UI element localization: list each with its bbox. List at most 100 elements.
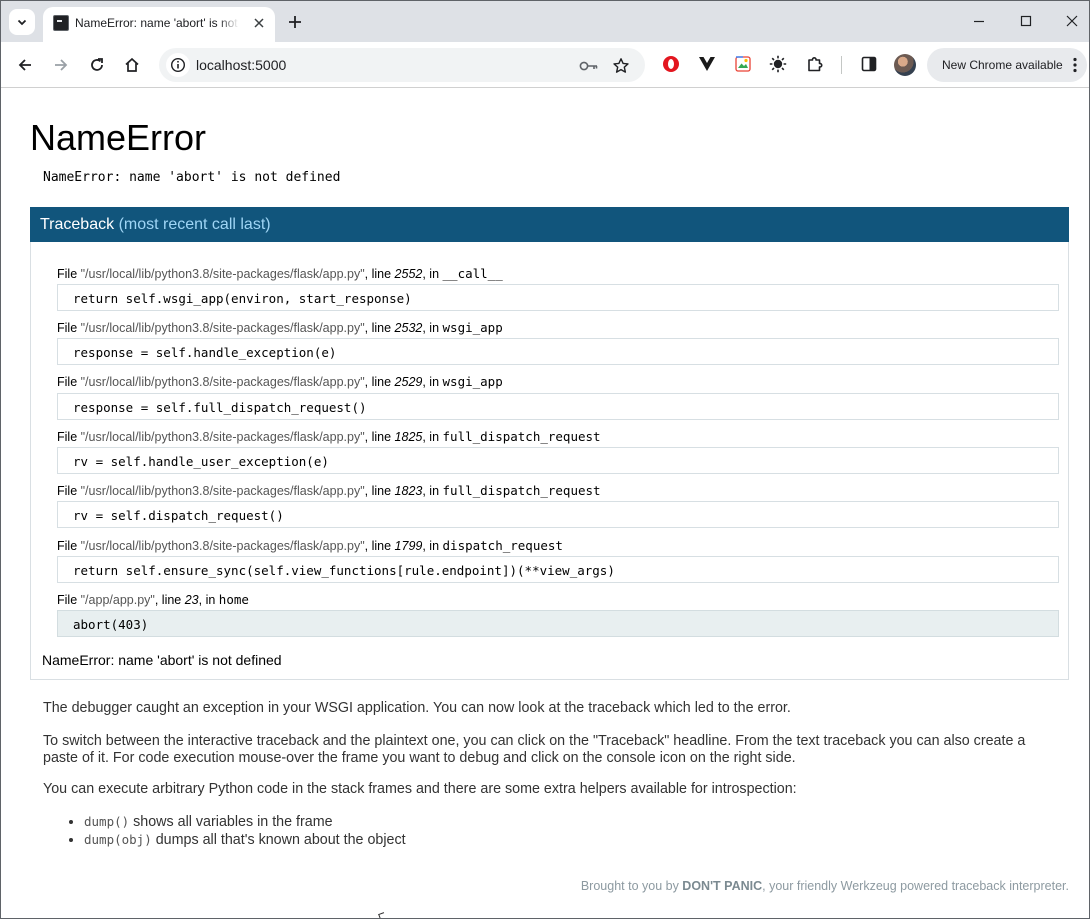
reload-button[interactable] xyxy=(83,51,111,79)
new-tab-button[interactable] xyxy=(283,10,307,34)
frame-location: File "/usr/local/lib/python3.8/site-pack… xyxy=(57,320,503,335)
explanation-paragraph: The debugger caught an exception in your… xyxy=(43,700,791,716)
side-panel-icon xyxy=(861,56,877,72)
func-prefix: , in xyxy=(422,539,443,553)
line-prefix: , line xyxy=(364,539,395,553)
frame-code[interactable]: return self.wsgi_app(environ, start_resp… xyxy=(57,284,1059,311)
browser-toolbar: localhost:5000 New Chrome available xyxy=(1,42,1089,88)
frame-filename: "/usr/local/lib/python3.8/site-packages/… xyxy=(80,484,365,498)
file-prefix: File xyxy=(57,375,81,389)
frame-line-number: 2532 xyxy=(394,321,423,335)
chrome-update-button[interactable]: New Chrome available xyxy=(927,48,1087,82)
traceback-sublabel: (most recent call last) xyxy=(118,216,271,233)
maximize-button[interactable] xyxy=(1003,5,1049,37)
sun-extension-icon xyxy=(769,55,787,73)
list-item: dump() shows all variables in the frame xyxy=(84,813,406,831)
address-bar[interactable]: localhost:5000 xyxy=(159,48,645,82)
home-icon xyxy=(125,57,139,72)
plus-icon xyxy=(289,16,301,28)
line-prefix: , line xyxy=(154,593,185,607)
frame-code-current[interactable]: abort(403) xyxy=(57,610,1059,637)
arrow-right-icon xyxy=(55,59,68,71)
frame-filename: "/app/app.py" xyxy=(80,593,155,607)
helper-text: dumps all that's known about the object xyxy=(151,832,406,848)
tab-search-button[interactable] xyxy=(9,9,35,35)
forward-button[interactable] xyxy=(47,51,75,79)
frame-function: home xyxy=(218,592,249,607)
frame-line-number: 23 xyxy=(184,593,199,607)
frame-location: File "/app/app.py", line 23, in home xyxy=(57,592,249,607)
list-item: dump(obj) dumps all that's known about t… xyxy=(84,831,406,849)
arrow-left-icon xyxy=(18,59,31,71)
close-window-button[interactable] xyxy=(1049,5,1089,37)
tab-title: NameError: name 'abort' is not defined /… xyxy=(75,16,239,30)
frame-location: File "/usr/local/lib/python3.8/site-pack… xyxy=(57,429,601,444)
footer-suffix: , your friendly Werkzeug powered traceba… xyxy=(762,879,1069,893)
traceback-body: File "/usr/local/lib/python3.8/site-pack… xyxy=(30,242,1069,680)
page-title: NameError xyxy=(30,117,207,158)
explanation-paragraph: You can execute arbitrary Python code in… xyxy=(43,781,797,797)
home-button[interactable] xyxy=(118,51,146,79)
frame-code[interactable]: rv = self.handle_user_exception(e) xyxy=(57,447,1059,474)
func-prefix: , in xyxy=(422,321,443,335)
line-prefix: , line xyxy=(364,267,395,281)
kebab-menu-icon xyxy=(1073,57,1077,73)
star-icon xyxy=(613,58,629,73)
helpers-list: dump() shows all variables in the frame … xyxy=(67,813,406,849)
url-text: localhost:5000 xyxy=(196,57,287,73)
line-prefix: , line xyxy=(364,321,395,335)
frame-line-number: 1799 xyxy=(394,539,423,553)
frame-code[interactable]: response = self.full_dispatch_request() xyxy=(57,393,1059,420)
line-prefix: , line xyxy=(364,430,395,444)
back-button[interactable] xyxy=(11,51,39,79)
chevron-down-icon xyxy=(17,19,27,26)
frame-location: File "/usr/local/lib/python3.8/site-pack… xyxy=(57,266,503,281)
line-prefix: , line xyxy=(364,375,395,389)
traceback-label: Traceback xyxy=(40,216,115,233)
frame-filename: "/usr/local/lib/python3.8/site-packages/… xyxy=(80,539,365,553)
close-icon xyxy=(254,18,264,28)
extension-vue-button[interactable] xyxy=(697,54,717,74)
footer-brand: DON'T PANIC xyxy=(682,879,763,893)
password-manager-button[interactable] xyxy=(579,56,599,76)
bookmark-button[interactable] xyxy=(611,56,631,76)
frame-location: File "/usr/local/lib/python3.8/site-pack… xyxy=(57,374,503,389)
frame-filename: "/usr/local/lib/python3.8/site-packages/… xyxy=(80,321,365,335)
frame-code[interactable]: rv = self.dispatch_request() xyxy=(57,501,1059,528)
puzzle-icon xyxy=(808,57,823,72)
frame-code[interactable]: return self.ensure_sync(self.view_functi… xyxy=(57,556,1059,583)
file-prefix: File xyxy=(57,484,81,498)
extensions-menu-button[interactable] xyxy=(805,54,825,74)
extension-gear-button[interactable] xyxy=(768,54,788,74)
more-menu-icon[interactable] xyxy=(1067,56,1083,74)
update-label: New Chrome available xyxy=(942,58,1063,72)
frame-line-number: 2529 xyxy=(394,375,423,389)
traceback-header[interactable]: Traceback (most recent call last) xyxy=(30,207,1069,242)
active-tab[interactable]: NameError: name 'abort' is not defined /… xyxy=(43,7,275,42)
extension-opera-button[interactable] xyxy=(661,54,681,74)
toolbar-separator xyxy=(841,56,842,74)
func-prefix: , in xyxy=(422,375,443,389)
tab-close-button[interactable] xyxy=(249,13,269,33)
frame-function: dispatch_request xyxy=(442,538,563,553)
vue-extension-icon xyxy=(699,57,715,71)
frame-code[interactable]: response = self.handle_exception(e) xyxy=(57,338,1059,365)
page-content: NameError NameError: name 'abort' is not… xyxy=(2,89,1089,918)
frame-filename: "/usr/local/lib/python3.8/site-packages/… xyxy=(80,267,365,281)
info-icon xyxy=(170,57,186,73)
frame-filename: "/usr/local/lib/python3.8/site-packages/… xyxy=(80,430,365,444)
helper-code: dump(obj) xyxy=(84,832,152,847)
frame-line-number: 1823 xyxy=(394,484,423,498)
extension-colorpicker-button[interactable] xyxy=(733,54,753,74)
browser-window: NameError: name 'abort' is not defined /… xyxy=(0,0,1090,919)
tab-strip: NameError: name 'abort' is not defined /… xyxy=(1,1,1089,42)
site-info-button[interactable] xyxy=(166,53,190,77)
file-prefix: File xyxy=(57,593,81,607)
frame-line-number: 2552 xyxy=(394,267,423,281)
image-extension-icon xyxy=(735,56,751,72)
side-panel-button[interactable] xyxy=(859,54,879,74)
helper-code: dump() xyxy=(84,814,130,829)
profile-avatar[interactable] xyxy=(894,54,916,76)
footer-prefix: Brought to you by xyxy=(580,879,683,893)
minimize-button[interactable] xyxy=(956,5,1002,37)
